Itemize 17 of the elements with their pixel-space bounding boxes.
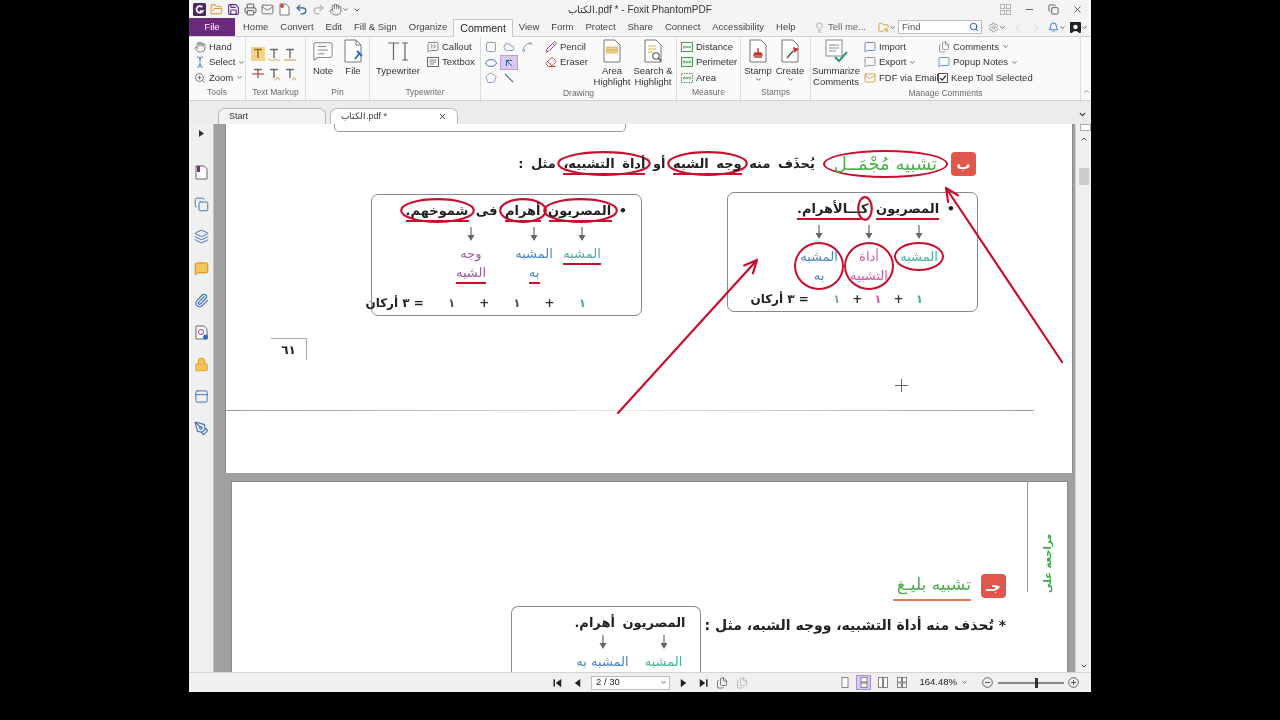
group-label: Drawing bbox=[561, 87, 596, 99]
page-number: ٦١ bbox=[271, 338, 307, 360]
group-label: Pin bbox=[330, 86, 345, 98]
group-label: Tools bbox=[206, 86, 228, 98]
group-label: Measure bbox=[690, 86, 727, 98]
group-label: Stamps bbox=[760, 86, 791, 98]
group-label: Typewriter bbox=[404, 86, 446, 98]
group-label: Text Markup bbox=[251, 86, 300, 98]
checkbox-label: Keep Tool Selected bbox=[951, 70, 1033, 85]
side-label: مراجعة على bbox=[1042, 534, 1053, 592]
group-label: Manage Comments bbox=[907, 87, 984, 99]
example-sentence: المصريون أهرام. bbox=[574, 613, 686, 633]
window-title: الكتاب.pdf * - Foxit PhantomPDF bbox=[568, 3, 712, 17]
section-text: * تُحذف منه أداة التشبيه، ووجه الشبه، مثل : bbox=[704, 615, 1006, 636]
section-badge: جـ bbox=[981, 574, 1006, 599]
section-title: تشبيه بليـغ bbox=[892, 572, 971, 601]
section-badge: ب bbox=[951, 152, 976, 176]
